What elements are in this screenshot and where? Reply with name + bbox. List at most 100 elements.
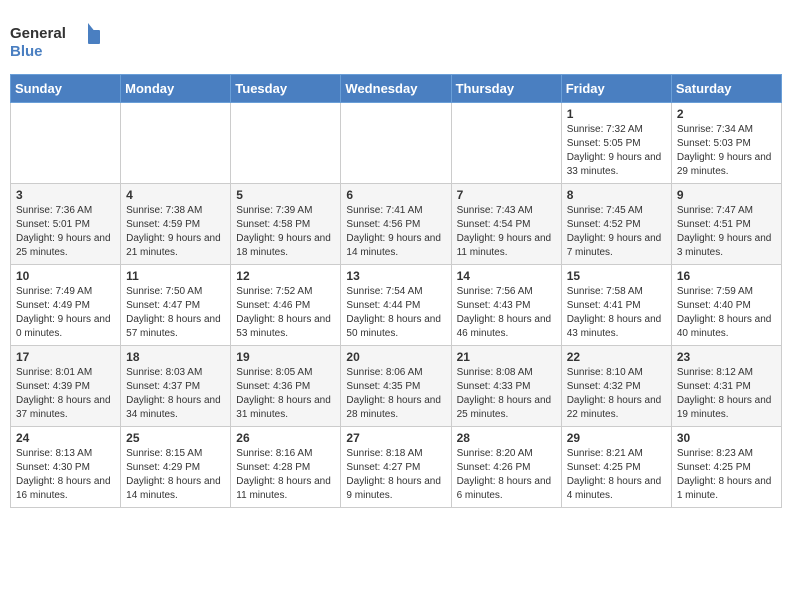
day-info: Sunrise: 8:20 AM Sunset: 4:26 PM Dayligh… bbox=[457, 447, 556, 503]
day-info: Sunrise: 8:15 AM Sunset: 4:29 PM Dayligh… bbox=[126, 447, 225, 503]
day-number: 27 bbox=[346, 431, 445, 445]
calendar-cell: 28 Sunrise: 8:20 AM Sunset: 4:26 PM Dayli… bbox=[451, 427, 561, 508]
calendar-cell: 13Sunrise: 7:54 AM Sunset: 4:44 PM Dayli… bbox=[341, 265, 451, 346]
day-number: 7 bbox=[457, 188, 556, 202]
calendar-cell bbox=[231, 103, 341, 184]
day-info: Sunrise: 7:32 AM Sunset: 5:05 PM Dayligh… bbox=[567, 123, 666, 179]
calendar-cell: 4 Sunrise: 7:38 AM Sunset: 4:59 PM Daylig… bbox=[121, 184, 231, 265]
day-number: 17 bbox=[16, 350, 115, 364]
calendar-cell: 24 Sunrise: 8:13 AM Sunset: 4:30 PM Dayli… bbox=[11, 427, 121, 508]
calendar-cell: 25 Sunrise: 8:15 AM Sunset: 4:29 PM Dayli… bbox=[121, 427, 231, 508]
calendar-cell: 29 Sunrise: 8:21 AM Sunset: 4:25 PM Dayli… bbox=[561, 427, 671, 508]
day-number: 23 bbox=[677, 350, 776, 364]
day-number: 28 bbox=[457, 431, 556, 445]
day-number: 30 bbox=[677, 431, 776, 445]
day-number: 9 bbox=[677, 188, 776, 202]
day-info: Sunrise: 7:58 AM Sunset: 4:41 PM Dayligh… bbox=[567, 285, 666, 341]
day-number: 29 bbox=[567, 431, 666, 445]
calendar-week-3: 10Sunrise: 7:49 AM Sunset: 4:49 PM Dayli… bbox=[11, 265, 782, 346]
calendar-cell bbox=[11, 103, 121, 184]
day-info: Sunrise: 7:41 AM Sunset: 4:56 PM Dayligh… bbox=[346, 204, 445, 260]
day-info: Sunrise: 8:05 AM Sunset: 4:36 PM Dayligh… bbox=[236, 366, 335, 422]
day-info: Sunrise: 7:34 AM Sunset: 5:03 PM Dayligh… bbox=[677, 123, 776, 179]
weekday-header-monday: Monday bbox=[121, 75, 231, 103]
calendar-cell: 26 Sunrise: 8:16 AM Sunset: 4:28 PM Dayli… bbox=[231, 427, 341, 508]
weekday-header-tuesday: Tuesday bbox=[231, 75, 341, 103]
calendar-cell: 14 Sunrise: 7:56 AM Sunset: 4:43 PM Dayli… bbox=[451, 265, 561, 346]
calendar-cell: 10Sunrise: 7:49 AM Sunset: 4:49 PM Dayli… bbox=[11, 265, 121, 346]
weekday-header-friday: Friday bbox=[561, 75, 671, 103]
calendar-cell: 8Sunrise: 7:45 AM Sunset: 4:52 PM Daylig… bbox=[561, 184, 671, 265]
day-info: Sunrise: 8:16 AM Sunset: 4:28 PM Dayligh… bbox=[236, 447, 335, 503]
day-number: 19 bbox=[236, 350, 335, 364]
day-number: 15 bbox=[567, 269, 666, 283]
calendar-week-5: 24 Sunrise: 8:13 AM Sunset: 4:30 PM Dayli… bbox=[11, 427, 782, 508]
day-number: 26 bbox=[236, 431, 335, 445]
day-info: Sunrise: 7:47 AM Sunset: 4:51 PM Dayligh… bbox=[677, 204, 776, 260]
day-number: 8 bbox=[567, 188, 666, 202]
calendar-cell bbox=[341, 103, 451, 184]
day-info: Sunrise: 8:13 AM Sunset: 4:30 PM Dayligh… bbox=[16, 447, 115, 503]
calendar-cell: 7Sunrise: 7:43 AM Sunset: 4:54 PM Daylig… bbox=[451, 184, 561, 265]
calendar-cell: 17 Sunrise: 8:01 AM Sunset: 4:39 PM Dayli… bbox=[11, 346, 121, 427]
day-number: 5 bbox=[236, 188, 335, 202]
calendar-cell: 20 Sunrise: 8:06 AM Sunset: 4:35 PM Dayli… bbox=[341, 346, 451, 427]
svg-text:General: General bbox=[10, 25, 66, 42]
day-number: 20 bbox=[346, 350, 445, 364]
calendar-cell: 5 Sunrise: 7:39 AM Sunset: 4:58 PM Daylig… bbox=[231, 184, 341, 265]
day-info: Sunrise: 7:38 AM Sunset: 4:59 PM Dayligh… bbox=[126, 204, 225, 260]
day-info: Sunrise: 8:03 AM Sunset: 4:37 PM Dayligh… bbox=[126, 366, 225, 422]
day-info: Sunrise: 7:56 AM Sunset: 4:43 PM Dayligh… bbox=[457, 285, 556, 341]
day-number: 2 bbox=[677, 107, 776, 121]
day-info: Sunrise: 8:21 AM Sunset: 4:25 PM Dayligh… bbox=[567, 447, 666, 503]
day-number: 25 bbox=[126, 431, 225, 445]
calendar-cell: 23 Sunrise: 8:12 AM Sunset: 4:31 PM Dayli… bbox=[671, 346, 781, 427]
svg-text:Blue: Blue bbox=[10, 43, 43, 60]
day-number: 3 bbox=[16, 188, 115, 202]
day-info: Sunrise: 8:12 AM Sunset: 4:31 PM Dayligh… bbox=[677, 366, 776, 422]
calendar-cell: 11 Sunrise: 7:50 AM Sunset: 4:47 PM Dayli… bbox=[121, 265, 231, 346]
header: General Blue bbox=[10, 10, 782, 66]
calendar-cell: 30 Sunrise: 8:23 AM Sunset: 4:25 PM Dayli… bbox=[671, 427, 781, 508]
weekday-header-thursday: Thursday bbox=[451, 75, 561, 103]
calendar-cell: 15 Sunrise: 7:58 AM Sunset: 4:41 PM Dayli… bbox=[561, 265, 671, 346]
day-info: Sunrise: 8:10 AM Sunset: 4:32 PM Dayligh… bbox=[567, 366, 666, 422]
day-number: 4 bbox=[126, 188, 225, 202]
day-info: Sunrise: 7:39 AM Sunset: 4:58 PM Dayligh… bbox=[236, 204, 335, 260]
calendar: SundayMondayTuesdayWednesdayThursdayFrid… bbox=[10, 74, 782, 508]
day-number: 22 bbox=[567, 350, 666, 364]
day-info: Sunrise: 7:52 AM Sunset: 4:46 PM Dayligh… bbox=[236, 285, 335, 341]
day-number: 11 bbox=[126, 269, 225, 283]
day-info: Sunrise: 8:18 AM Sunset: 4:27 PM Dayligh… bbox=[346, 447, 445, 503]
weekday-header-sunday: Sunday bbox=[11, 75, 121, 103]
logo-svg: General Blue bbox=[10, 18, 100, 66]
calendar-cell: 2 Sunrise: 7:34 AM Sunset: 5:03 PM Daylig… bbox=[671, 103, 781, 184]
day-number: 6 bbox=[346, 188, 445, 202]
calendar-cell bbox=[121, 103, 231, 184]
day-number: 16 bbox=[677, 269, 776, 283]
day-info: Sunrise: 8:23 AM Sunset: 4:25 PM Dayligh… bbox=[677, 447, 776, 503]
day-info: Sunrise: 7:50 AM Sunset: 4:47 PM Dayligh… bbox=[126, 285, 225, 341]
calendar-cell: 21 Sunrise: 8:08 AM Sunset: 4:33 PM Dayli… bbox=[451, 346, 561, 427]
day-number: 14 bbox=[457, 269, 556, 283]
calendar-cell bbox=[451, 103, 561, 184]
day-number: 13 bbox=[346, 269, 445, 283]
day-info: Sunrise: 8:06 AM Sunset: 4:35 PM Dayligh… bbox=[346, 366, 445, 422]
day-number: 24 bbox=[16, 431, 115, 445]
calendar-cell: 19 Sunrise: 8:05 AM Sunset: 4:36 PM Dayli… bbox=[231, 346, 341, 427]
day-number: 10 bbox=[16, 269, 115, 283]
day-info: Sunrise: 8:08 AM Sunset: 4:33 PM Dayligh… bbox=[457, 366, 556, 422]
calendar-cell: 16 Sunrise: 7:59 AM Sunset: 4:40 PM Dayli… bbox=[671, 265, 781, 346]
day-info: Sunrise: 7:59 AM Sunset: 4:40 PM Dayligh… bbox=[677, 285, 776, 341]
calendar-cell: 9 Sunrise: 7:47 AM Sunset: 4:51 PM Daylig… bbox=[671, 184, 781, 265]
calendar-cell: 18Sunrise: 8:03 AM Sunset: 4:37 PM Dayli… bbox=[121, 346, 231, 427]
calendar-week-2: 3Sunrise: 7:36 AM Sunset: 5:01 PM Daylig… bbox=[11, 184, 782, 265]
calendar-cell: 3Sunrise: 7:36 AM Sunset: 5:01 PM Daylig… bbox=[11, 184, 121, 265]
logo: General Blue bbox=[10, 18, 100, 66]
day-number: 21 bbox=[457, 350, 556, 364]
weekday-header-wednesday: Wednesday bbox=[341, 75, 451, 103]
day-info: Sunrise: 8:01 AM Sunset: 4:39 PM Dayligh… bbox=[16, 366, 115, 422]
calendar-week-4: 17 Sunrise: 8:01 AM Sunset: 4:39 PM Dayli… bbox=[11, 346, 782, 427]
calendar-cell: 12Sunrise: 7:52 AM Sunset: 4:46 PM Dayli… bbox=[231, 265, 341, 346]
calendar-cell: 27 Sunrise: 8:18 AM Sunset: 4:27 PM Dayli… bbox=[341, 427, 451, 508]
